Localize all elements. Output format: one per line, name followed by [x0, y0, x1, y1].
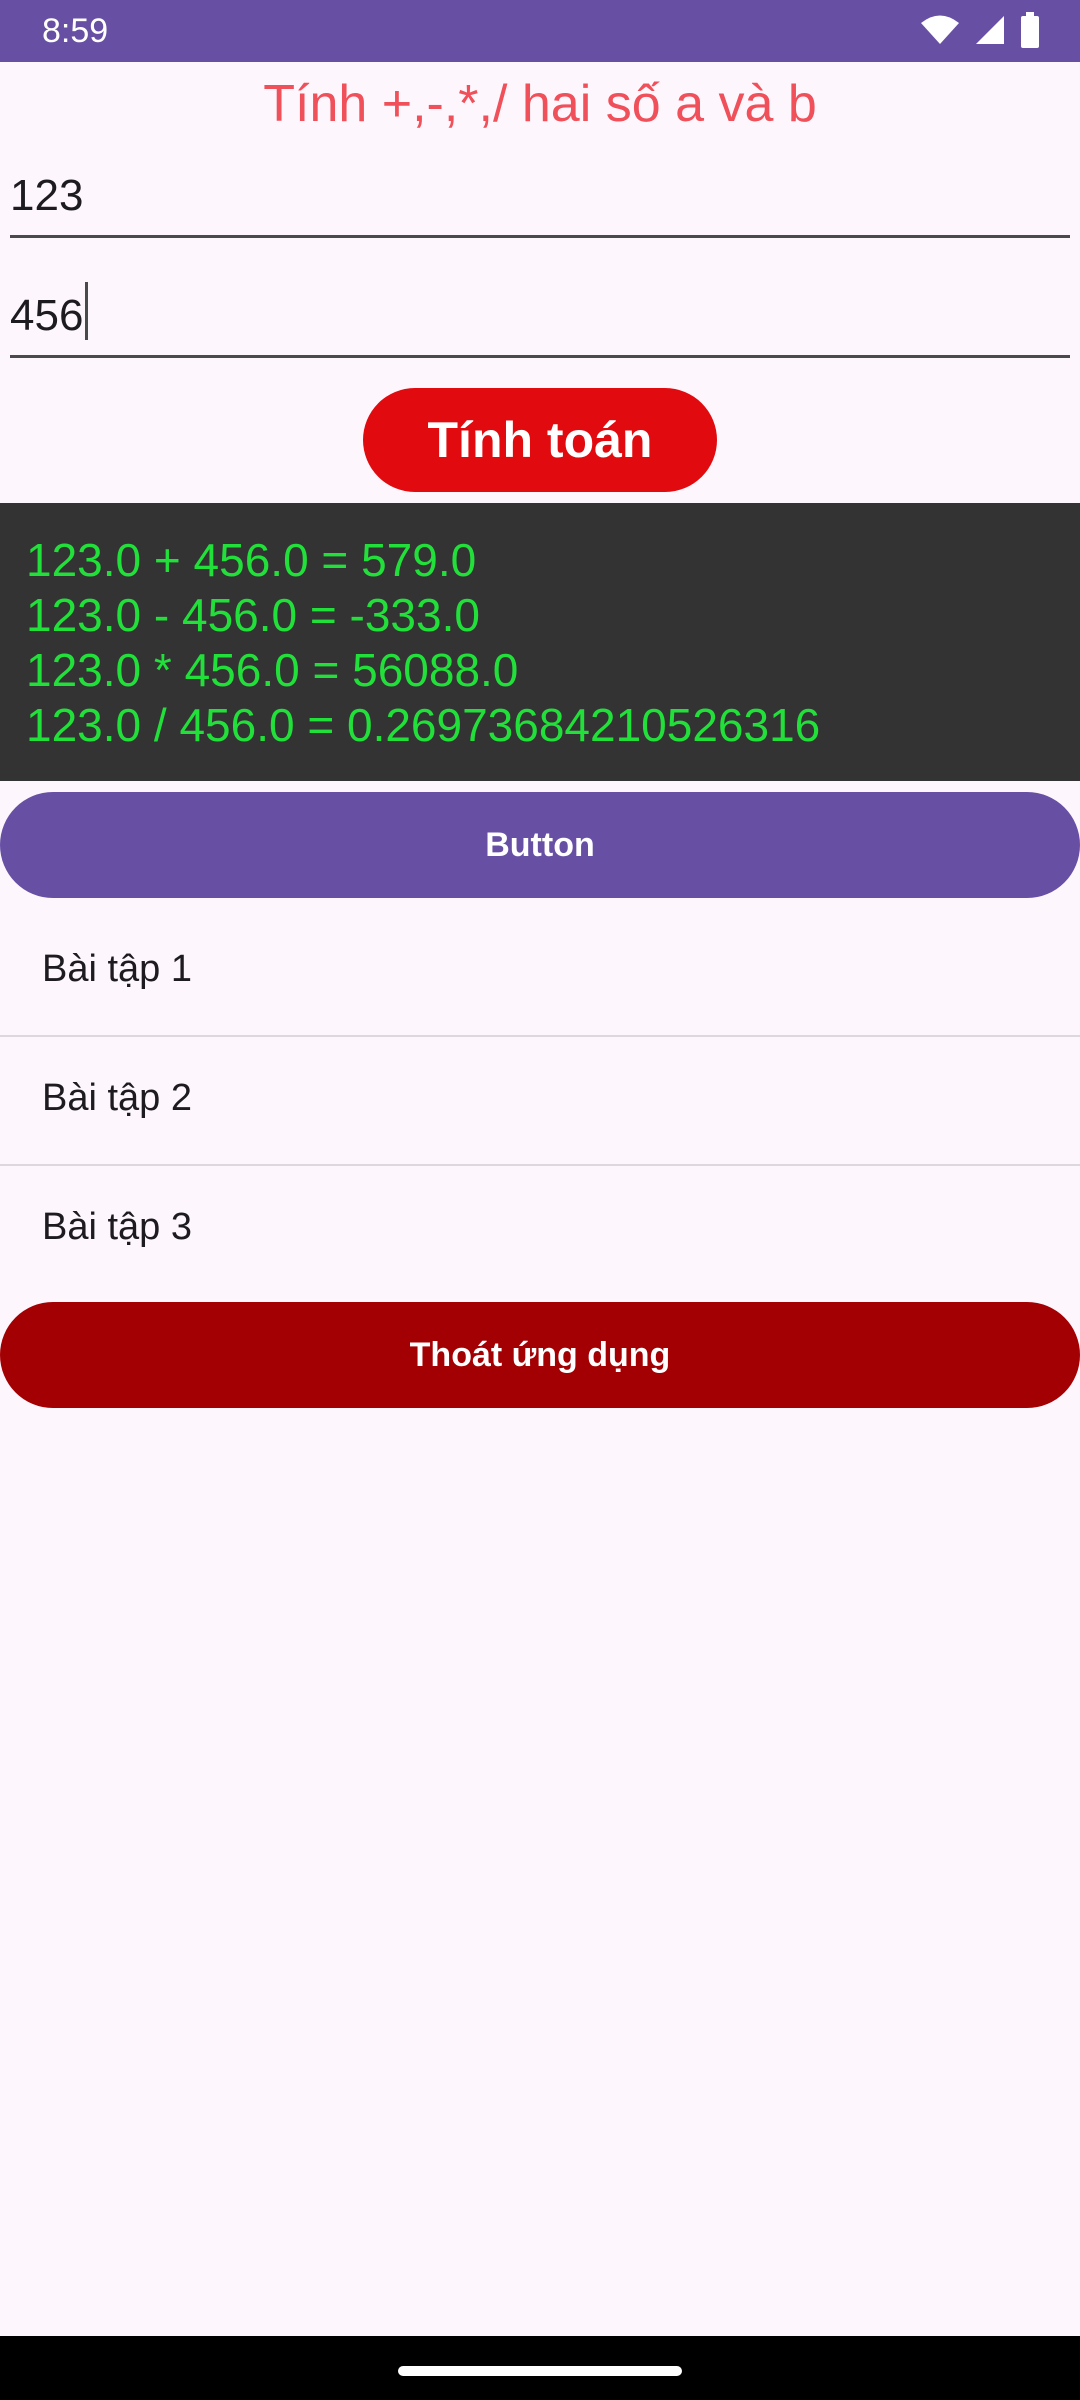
list-item-label: Bài tập 2 [42, 1077, 192, 1119]
result-subtract: 123.0 - 456.0 = -333.0 [26, 589, 480, 641]
navigation-bar [0, 2336, 1080, 2400]
number-a-value: 123 [10, 171, 84, 220]
list-item-exercise-3[interactable]: Bài tập 3 [0, 1166, 1080, 1286]
signal-icon [976, 16, 1004, 44]
page-title: Tính +,-,*,/ hai số a và b [263, 75, 817, 133]
result-panel: 123.0 + 456.0 = 579.0 123.0 - 456.0 = -3… [0, 503, 1080, 781]
list-item-exercise-1[interactable]: Bài tập 1 [0, 908, 1080, 1037]
status-icons [920, 12, 1040, 48]
list-item-label: Bài tập 3 [42, 1206, 192, 1248]
number-b-value-wrap: 456 [10, 282, 89, 341]
result-multiply: 123.0 * 456.0 = 56088.0 [26, 644, 519, 696]
result-add: 123.0 + 456.0 = 579.0 [26, 534, 477, 586]
list-item-label: Bài tập 1 [42, 948, 192, 990]
text-cursor [85, 282, 89, 340]
list-item-exercise-2[interactable]: Bài tập 2 [0, 1037, 1080, 1166]
number-a-field[interactable]: 123 [10, 158, 1070, 238]
number-b-value: 456 [10, 291, 84, 340]
wifi-icon [921, 15, 959, 44]
exit-app-button[interactable]: Thoát ứng dụng [0, 1302, 1080, 1408]
home-gesture-handle[interactable] [398, 2366, 682, 2376]
generic-button[interactable]: Button [0, 792, 1080, 898]
battery-icon [1021, 12, 1039, 48]
exercise-list: Bài tập 1 Bài tập 2 Bài tập 3 [0, 908, 1080, 1286]
status-bar: 8:59 [0, 0, 1080, 62]
number-b-field[interactable]: 456 [10, 278, 1070, 358]
status-time: 8:59 [42, 12, 109, 50]
result-divide: 123.0 / 456.0 = 0.26973684210526316 [26, 699, 821, 751]
calculate-button[interactable]: Tính toán [363, 388, 717, 492]
